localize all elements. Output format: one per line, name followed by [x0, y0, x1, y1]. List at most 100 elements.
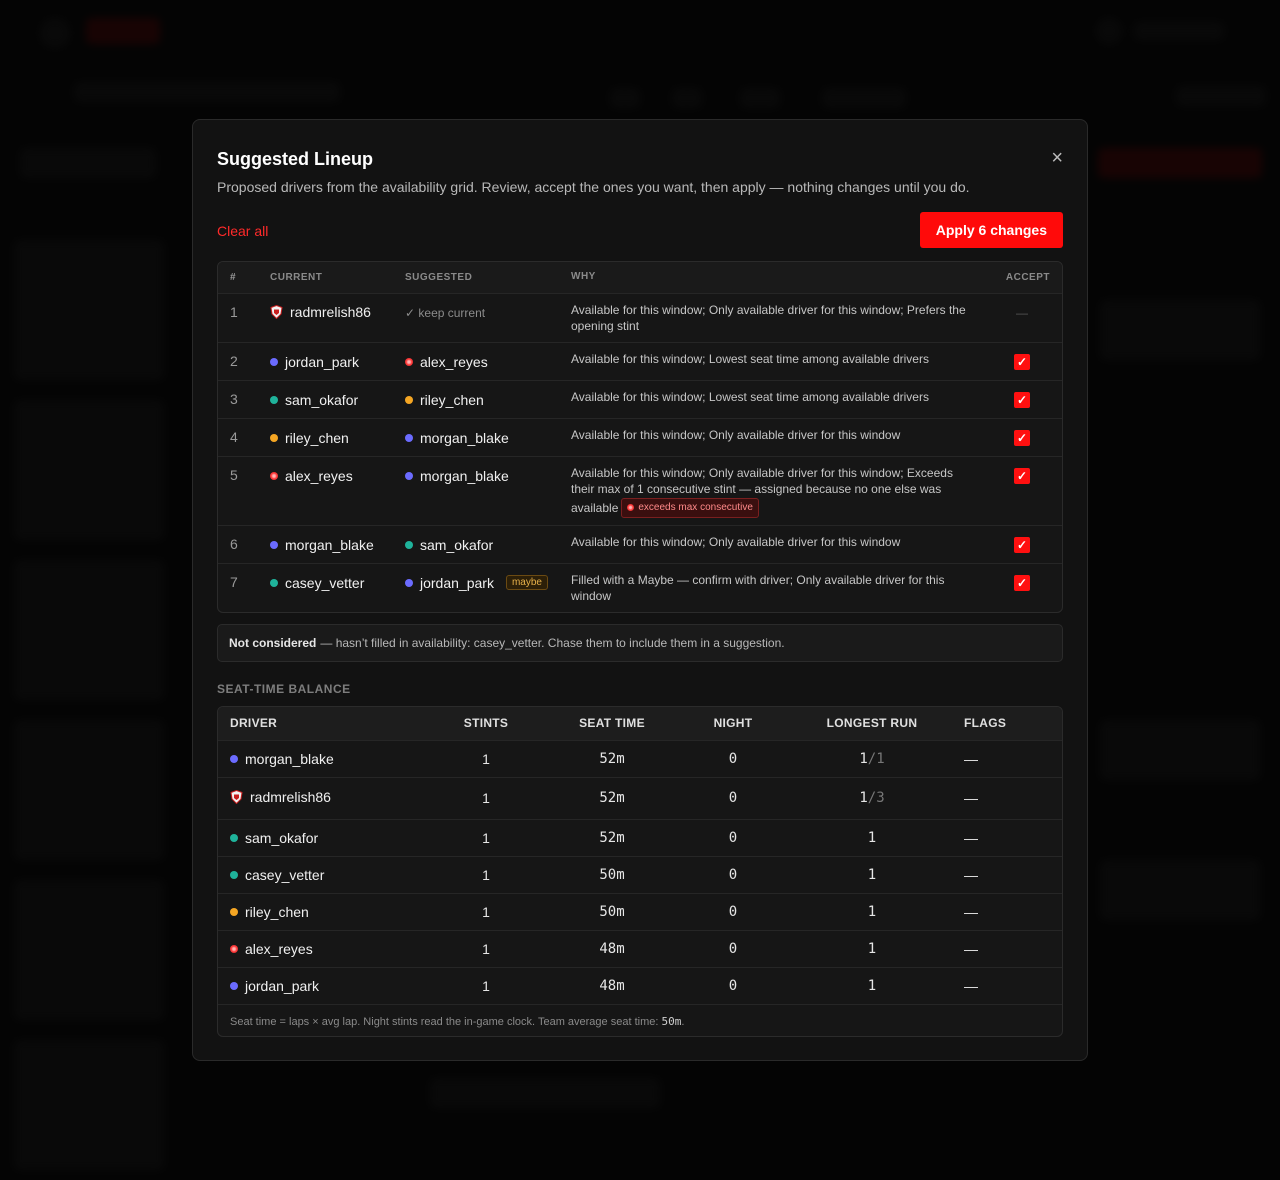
notice-label: Not considered [229, 636, 317, 650]
modal-subtitle: Proposed drivers from the availability g… [217, 179, 970, 195]
driver-color-dot [270, 540, 278, 549]
flags-value: — [964, 855, 1062, 893]
longest-run-value: 1 [859, 790, 868, 806]
lineup-header-row: # CURRENT SUGGESTED WHY ACCEPT [218, 262, 1062, 293]
row-number: 3 [218, 379, 270, 418]
seat-time-value: 50m [538, 855, 686, 893]
driver-color-dot [230, 834, 238, 842]
suggested-driver: alex_reyes [405, 354, 488, 370]
balance-row: radmrelish86 1 52m 0 1/3 — [218, 776, 1062, 819]
apply-changes-button[interactable]: Apply 6 changes [919, 212, 1063, 248]
driver-name: sam_okafor [285, 391, 359, 408]
current-driver: riley_chen [270, 430, 349, 446]
seat-time-value: 52m [538, 818, 686, 856]
suggested-driver: morgan_blake [405, 430, 509, 446]
longest-run-value: 1 [780, 929, 964, 967]
stints-value: 1 [434, 818, 538, 856]
driver: alex_reyes [230, 941, 313, 957]
section-title: SEAT-TIME BALANCE [217, 682, 351, 696]
row-number: 5 [218, 455, 270, 525]
balance-footnote: Seat time = laps × avg lap. Night stints… [218, 1004, 1062, 1036]
driver: casey_vetter [230, 867, 324, 883]
current-driver: morgan_blake [270, 537, 374, 553]
driver-name: radmrelish86 [250, 789, 331, 805]
col-stints: STINTS [434, 707, 538, 740]
driver-color-dot [230, 908, 238, 916]
night-value: 0 [686, 929, 780, 967]
why-text: Available for this window; Lowest seat t… [571, 379, 988, 418]
longest-run-max: /1 [867, 750, 885, 767]
footnote-text: Seat time = laps × avg lap. Night stints… [230, 1016, 659, 1028]
col-driver: DRIVER [218, 707, 434, 740]
seat-time-balance-table: DRIVER STINTS SEAT TIME NIGHT LONGEST RU… [217, 706, 1063, 1037]
driver-color-dot [405, 578, 413, 587]
not-considered-notice: Not considered — hasn’t filled in availa… [217, 624, 1063, 662]
driver-name: riley_chen [285, 429, 349, 446]
why-text: Available for this window; Only availabl… [571, 524, 988, 563]
night-value: 0 [686, 776, 780, 819]
alert-icon [627, 504, 635, 512]
current-driver: jordan_park [270, 354, 359, 370]
night-value: 0 [686, 892, 780, 930]
col-current: CURRENT [270, 262, 405, 293]
why-text: Filled with a Maybe — confirm with drive… [571, 562, 988, 612]
driver-name: morgan_blake [420, 467, 509, 484]
current-driver: alex_reyes [270, 468, 353, 484]
driver-color-dot [405, 395, 413, 404]
flags-value: — [964, 929, 1062, 967]
longest-run-value: 1 [780, 818, 964, 856]
accept-checkbox[interactable]: ✓ [1014, 467, 1030, 484]
maybe-badge: maybe [505, 575, 548, 590]
driver-name: sam_okafor [420, 536, 494, 553]
current-driver: sam_okafor [270, 392, 358, 408]
driver-color-dot [405, 471, 413, 480]
close-icon[interactable]: × [1051, 148, 1063, 168]
driver: morgan_blake [230, 751, 334, 767]
clear-all-link[interactable]: Clear all [217, 223, 268, 239]
accept-checkbox[interactable]: ✓ [1014, 353, 1030, 370]
balance-row: alex_reyes 1 48m 0 1 — [218, 929, 1062, 967]
driver-color-dot [230, 871, 238, 879]
suggested-driver: jordan_park maybe [405, 575, 548, 591]
row-number: 1 [218, 292, 270, 342]
suggested-driver: morgan_blake [405, 468, 509, 484]
stints-value: 1 [434, 776, 538, 819]
accept-checkbox[interactable]: ✓ [1014, 429, 1030, 446]
seat-time-value: 52m [538, 739, 686, 777]
suggested-driver: riley_chen [405, 392, 484, 408]
accept-checkbox[interactable]: ✓ [1014, 391, 1030, 408]
accept-checkbox[interactable]: ✓ [1014, 536, 1030, 553]
driver-name: jordan_park [420, 574, 494, 591]
driver-name: radmrelish86 [290, 303, 371, 320]
seat-time-value: 52m [538, 776, 686, 819]
driver: jordan_park [230, 978, 319, 994]
balance-row: sam_okafor 1 52m 0 1 — [218, 818, 1062, 856]
driver: sam_okafor [230, 830, 318, 846]
driver-name: casey_vetter [285, 574, 365, 591]
col-night: NIGHT [686, 707, 780, 740]
why-cell: Available for this window; Only availabl… [571, 455, 988, 525]
night-value: 0 [686, 818, 780, 856]
longest-run-value: 1 [780, 855, 964, 893]
driver-name: casey_vetter [245, 867, 325, 883]
lineup-row: 2 jordan_park alex_reyes Available for t… [218, 341, 1062, 380]
col-flags: FLAGS [964, 707, 1062, 740]
team-average-value: 50m [661, 1015, 682, 1028]
seat-time-value: 48m [538, 929, 686, 967]
driver-color-dot [405, 540, 413, 549]
flags-value: — [964, 818, 1062, 856]
longest-run-cell: 1/3 [780, 776, 964, 819]
longest-run-value: 1 [780, 966, 964, 1004]
driver: radmrelish86 [230, 789, 331, 805]
row-number: 4 [218, 417, 270, 456]
night-value: 0 [686, 855, 780, 893]
driver-color-dot [405, 433, 413, 442]
accept-checkbox[interactable]: ✓ [1014, 574, 1030, 591]
driver-name: alex_reyes [285, 467, 353, 484]
driver-color-dot [270, 471, 278, 480]
driver-color-dot [405, 357, 413, 366]
driver-name: morgan_blake [285, 536, 374, 553]
row-number: 6 [218, 524, 270, 563]
stints-value: 1 [434, 929, 538, 967]
driver-color-dot [230, 755, 238, 763]
